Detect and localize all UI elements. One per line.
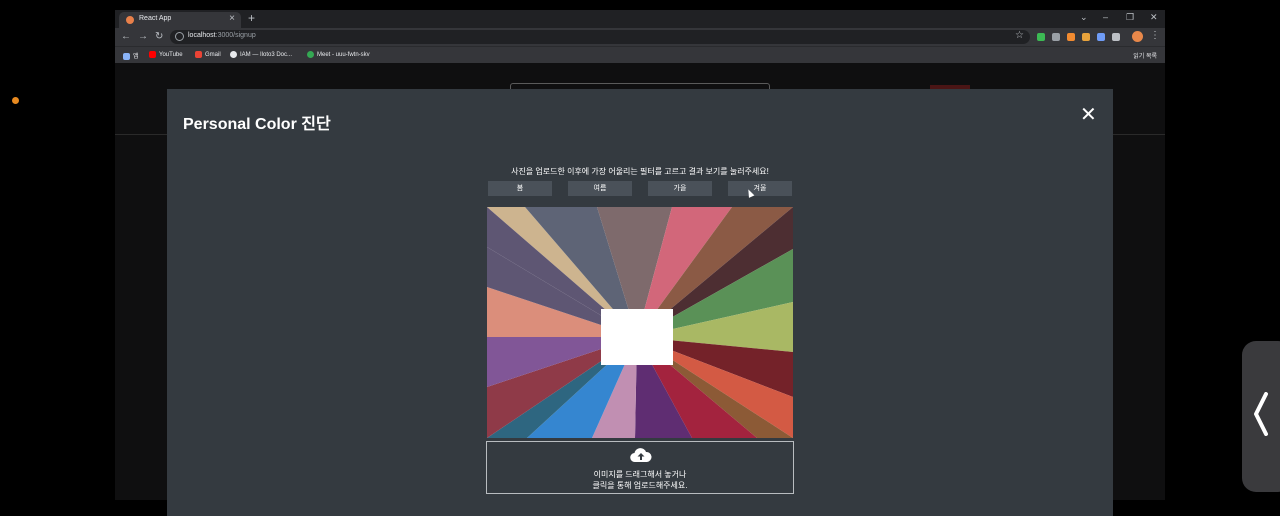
minimize-icon[interactable]: – bbox=[1103, 12, 1108, 22]
summer-button[interactable]: 여름 bbox=[568, 181, 632, 196]
url-host: localhost bbox=[188, 32, 216, 39]
instruction-text: 사진을 업로드한 이후에 가장 어울리는 필터를 고르고 결과 보기를 눌러주세… bbox=[511, 167, 769, 176]
recording-indicator bbox=[12, 97, 19, 104]
upload-line-2: 클릭을 통해 업로드해주세요. bbox=[592, 481, 688, 490]
extension-icon[interactable] bbox=[1082, 33, 1090, 41]
site-info-icon[interactable] bbox=[175, 32, 184, 41]
winter-button[interactable]: 겨울 bbox=[728, 181, 792, 196]
tab-bar: React App × + ⌄ – ❐ ✕ bbox=[115, 10, 1165, 28]
spring-button[interactable]: 봄 bbox=[488, 181, 552, 196]
bookmark-youtube[interactable]: YouTube bbox=[149, 51, 183, 58]
youtube-icon bbox=[149, 51, 156, 58]
bookmark-apps[interactable]: 앱 bbox=[123, 51, 139, 60]
bookmark-label: Meet - uuu-fwtn-skv bbox=[317, 52, 370, 59]
bookmark-iam[interactable]: IAM — Iloto3 Doc... bbox=[230, 51, 292, 58]
bookmark-label: YouTube bbox=[159, 52, 183, 59]
extensions-puzzle-icon[interactable] bbox=[1112, 33, 1120, 41]
bookmark-label: Gmail bbox=[205, 52, 221, 59]
new-tab-button[interactable]: + bbox=[248, 11, 255, 25]
center-image-placeholder bbox=[601, 309, 673, 365]
profile-avatar[interactable] bbox=[1132, 31, 1143, 42]
reading-list-label: 읽기 목록 bbox=[1133, 54, 1157, 60]
color-filter-preview bbox=[487, 207, 793, 438]
bookmark-label: 앱 bbox=[133, 54, 139, 60]
browser-toolbar: ← → ↻ localhost:3000/signup ☆ ⋮ bbox=[115, 28, 1165, 46]
reading-list-button[interactable]: 읽기 목록 bbox=[1133, 51, 1157, 60]
bookmarks-bar: 앱 YouTube Gmail IAM — Iloto3 Doc... Meet… bbox=[115, 46, 1165, 64]
modal-close-button[interactable]: ✕ bbox=[1080, 105, 1097, 125]
restore-icon[interactable]: ❐ bbox=[1126, 12, 1134, 23]
react-favicon-icon bbox=[126, 16, 134, 24]
chevron-left-icon[interactable] bbox=[1253, 392, 1269, 436]
extension-icon[interactable] bbox=[1097, 33, 1105, 41]
tab-title: React App bbox=[139, 15, 172, 22]
autumn-button[interactable]: 가을 bbox=[648, 181, 712, 196]
bookmark-gmail[interactable]: Gmail bbox=[195, 51, 221, 58]
browser-menu-icon[interactable]: ⋮ bbox=[1150, 30, 1160, 41]
tab-react-app[interactable]: React App × bbox=[119, 12, 241, 28]
cloud-upload-icon bbox=[630, 448, 652, 463]
globe-icon bbox=[230, 51, 237, 58]
personal-color-modal: Personal Color 진단 ✕ 사진을 업로드한 이후에 가장 어울리는… bbox=[167, 89, 1113, 516]
extension-icon[interactable] bbox=[1067, 33, 1075, 41]
extension-icon[interactable] bbox=[1052, 33, 1060, 41]
extension-icon[interactable] bbox=[1037, 33, 1045, 41]
reload-icon[interactable]: ↻ bbox=[155, 31, 163, 42]
color-burst-graphic bbox=[487, 207, 793, 438]
bookmark-star-icon[interactable]: ☆ bbox=[1015, 30, 1024, 41]
tab-close-icon[interactable]: × bbox=[229, 13, 235, 24]
modal-title: Personal Color 진단 bbox=[183, 116, 331, 133]
bookmark-label: IAM — Iloto3 Doc... bbox=[240, 52, 293, 59]
upload-line-1: 이미지를 드래그해서 놓거나 bbox=[593, 470, 687, 479]
back-arrow-icon[interactable]: ← bbox=[121, 31, 131, 42]
bookmark-meet[interactable]: Meet - uuu-fwtn-skv bbox=[307, 51, 370, 58]
window-close-icon[interactable]: ✕ bbox=[1150, 12, 1158, 23]
address-bar[interactable]: localhost:3000/signup ☆ bbox=[170, 30, 1030, 44]
url-text: localhost:3000/signup bbox=[188, 32, 256, 39]
image-upload-dropzone[interactable]: 이미지를 드래그해서 놓거나 클릭을 통해 업로드해주세요. bbox=[486, 441, 794, 494]
url-path: :3000/signup bbox=[215, 32, 256, 39]
apps-grid-icon bbox=[123, 52, 130, 60]
tab-search-icon[interactable]: ⌄ bbox=[1080, 12, 1088, 23]
forward-arrow-icon[interactable]: → bbox=[138, 31, 148, 42]
google-meet-icon bbox=[307, 51, 314, 58]
gmail-icon bbox=[195, 51, 202, 58]
upload-instruction: 이미지를 드래그해서 놓거나 클릭을 통해 업로드해주세요. bbox=[487, 469, 793, 491]
